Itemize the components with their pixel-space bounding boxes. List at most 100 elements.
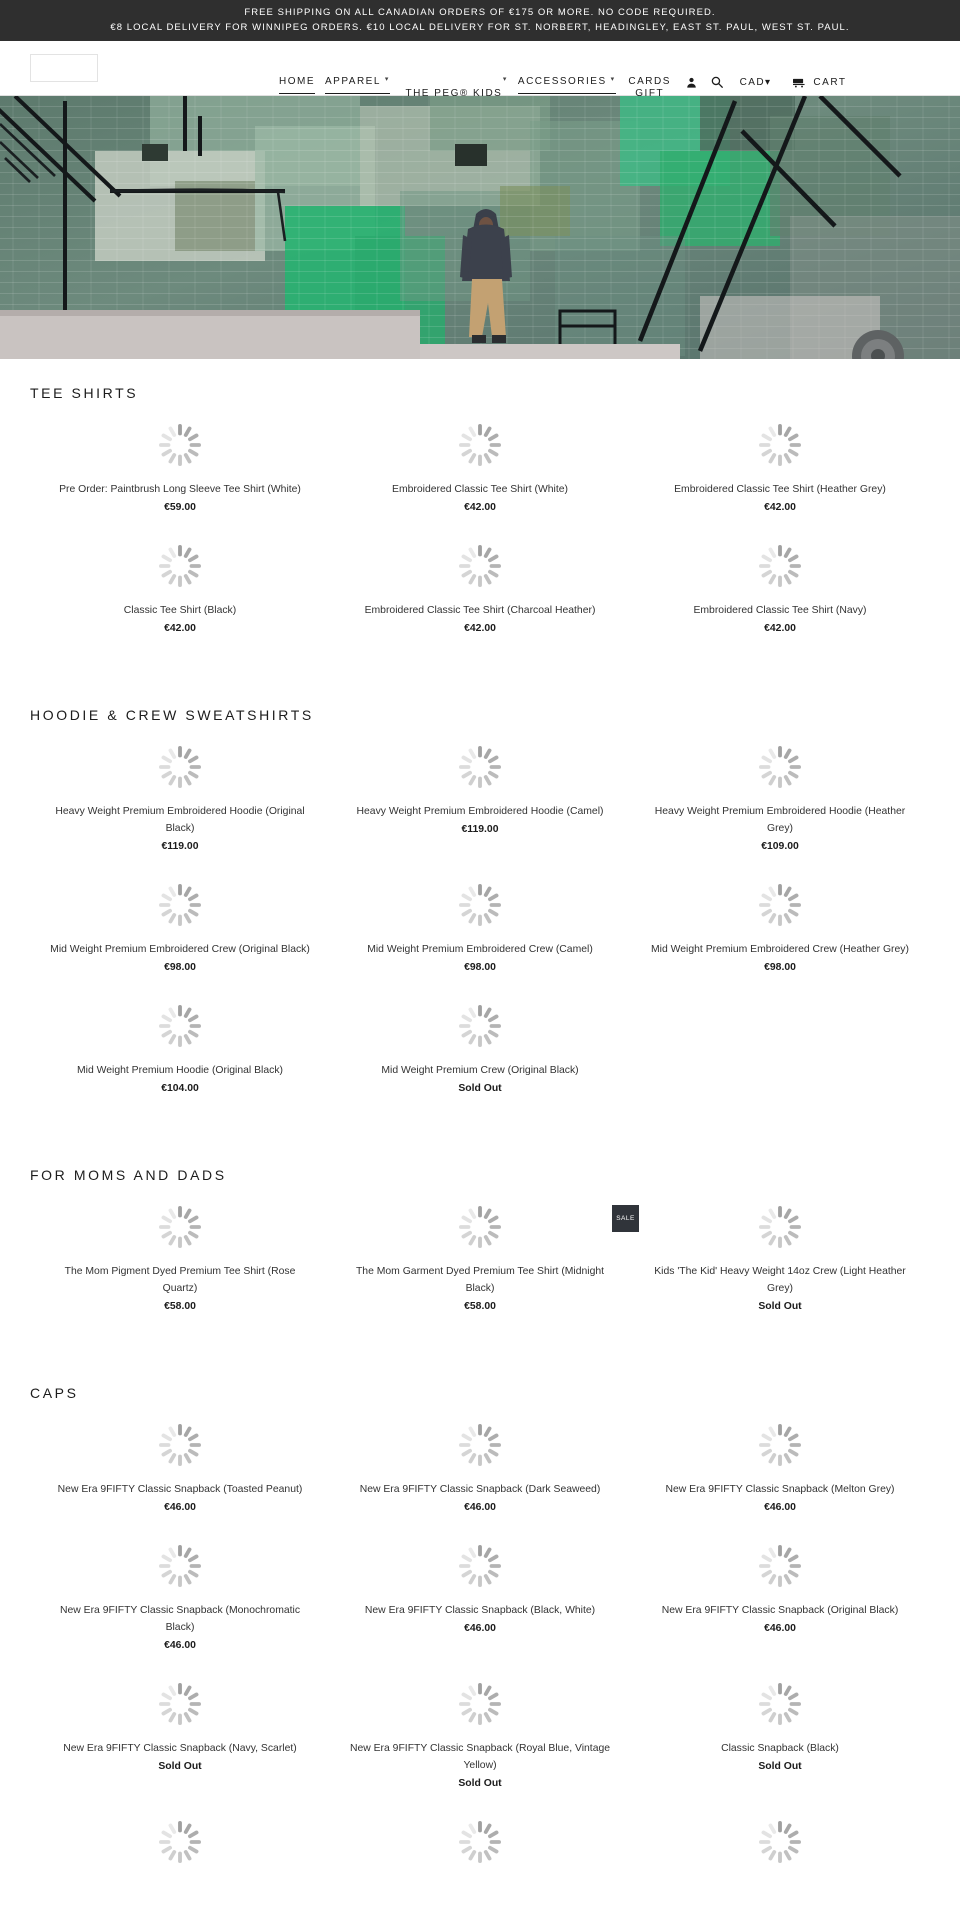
nav-item-apparel-label: APPAREL [325,76,381,87]
product-grid: New Era 9FIFTY Classic Snapback (Toasted… [30,1405,930,1878]
currency-selector[interactable]: CAD ▾ [730,77,776,88]
header-icon-group: CAD ▾ CART [679,76,853,96]
product-price: €42.00 [464,502,496,513]
site-logo[interactable] [30,54,98,82]
loading-spinner-icon [459,424,501,466]
product-thumbnail [48,1201,312,1253]
product-thumbnail: SALE [612,1201,912,1253]
product-thumbnail [48,1816,312,1868]
nav-item-home[interactable]: HOME [274,76,320,96]
loading-spinner-icon [159,1424,201,1466]
product-price: €42.00 [764,502,796,513]
product-card[interactable]: Mid Weight Premium Embroidered Crew (Ori… [30,865,330,986]
product-thumbnail [348,1540,612,1592]
loading-spinner-icon [159,746,201,788]
loading-spinner-icon [459,1206,501,1248]
product-title: Embroidered Classic Tee Shirt (Charcoal … [364,605,596,616]
loading-spinner-icon [159,424,201,466]
product-price: €42.00 [764,623,796,634]
product-card[interactable]: Classic Tee Shirt (Black) €42.00 [30,526,330,647]
loading-spinner-icon [459,1005,501,1047]
product-card[interactable]: New Era 9FIFTY Classic Snapback (Monochr… [30,1526,330,1664]
loading-spinner-icon [759,545,801,587]
product-grid: Heavy Weight Premium Embroidered Hoodie … [30,727,930,1107]
product-title: Kids 'The Kid' Heavy Weight 14oz Crew (L… [654,1266,906,1294]
product-thumbnail [348,1000,612,1052]
product-card[interactable]: New Era 9FIFTY Classic Snapback (Navy, S… [30,1664,330,1802]
product-card[interactable]: Heavy Weight Premium Embroidered Hoodie … [30,727,330,865]
collection-section-3: CAPS New Era 9FIFTY Classic Snapback (To… [30,1385,930,1912]
currency-selector-value: CAD [739,77,765,88]
product-grid: Pre Order: Paintbrush Long Sleeve Tee Sh… [30,405,930,647]
product-card[interactable]: The Mom Pigment Dyed Premium Tee Shirt (… [30,1187,330,1325]
product-card[interactable]: Embroidered Classic Tee Shirt (Charcoal … [330,526,630,647]
announcement-line-1: FREE SHIPPING ON ALL CANADIAN ORDERS OF … [244,7,716,18]
loading-spinner-icon [459,884,501,926]
product-price: Sold Out [458,1778,502,1789]
loading-spinner-icon [459,1424,501,1466]
product-card[interactable]: Classic Snapback (Black) Sold Out [630,1664,930,1802]
product-thumbnail [48,1000,312,1052]
account-icon[interactable] [679,77,704,88]
loading-spinner-icon [459,1545,501,1587]
product-title: Heavy Weight Premium Embroidered Hoodie … [356,806,604,817]
product-card[interactable]: New Era 9FIFTY Classic Snapback (Origina… [630,1526,930,1664]
product-title: Heavy Weight Premium Embroidered Hoodie … [654,806,906,834]
product-card[interactable]: SALE Kids 'The Kid' Heavy Weight 14oz Cr… [612,1187,930,1325]
product-card[interactable]: Pre Order: Paintbrush Long Sleeve Tee Sh… [30,405,330,526]
product-title: Mid Weight Premium Embroidered Crew (Ori… [50,944,310,955]
product-card[interactable]: Embroidered Classic Tee Shirt (White) €4… [330,405,630,526]
product-title: Mid Weight Premium Embroidered Crew (Cam… [367,944,593,955]
product-card[interactable]: Mid Weight Premium Hoodie (Original Blac… [30,986,330,1107]
loading-spinner-icon [159,1683,201,1725]
collection-section-2: FOR MOMS AND DADS The Mom Pigment Dyed P… [30,1167,930,1359]
product-price: €119.00 [161,841,199,852]
nav-item-apparel[interactable]: APPAREL ▾ [320,76,395,96]
site-header: HOME APPAREL ▾ THE PEG® KIDS ▾ ACCESSORI… [0,41,960,99]
product-card[interactable]: Embroidered Classic Tee Shirt (Navy) €42… [630,526,930,647]
product-price: €58.00 [464,1301,496,1312]
product-card[interactable]: New Era 9FIFTY Classic Snapback (Royal B… [330,1664,630,1802]
product-card[interactable]: The Mom Garment Dyed Premium Tee Shirt (… [330,1187,630,1325]
loading-spinner-icon [159,545,201,587]
nav-item-the-peg-kids[interactable]: THE PEG® KIDS ▾ [395,76,513,99]
loading-spinner-icon [159,1545,201,1587]
product-thumbnail [48,741,312,793]
product-card[interactable]: Embroidered Classic Tee Shirt (Heather G… [630,405,930,526]
loading-spinner-icon [759,1545,801,1587]
cart-button[interactable]: CART [775,77,852,88]
collections-sections: TEE SHIRTS Pre Order: Paintbrush Long Sl… [0,385,960,1912]
product-card[interactable]: New Era 9FIFTY Classic Snapback (Toasted… [30,1405,330,1526]
product-thumbnail [48,1419,312,1471]
nav-item-gift-cards[interactable]: GIFT CARDS [621,76,679,99]
product-card[interactable]: New Era 9FIFTY Classic Snapback (Dark Se… [330,1405,630,1526]
product-card[interactable]: New Era 9FIFTY Classic Snapback (Melton … [630,1405,930,1526]
product-title: The Mom Garment Dyed Premium Tee Shirt (… [355,1266,605,1294]
product-price: €98.00 [464,962,496,973]
product-card[interactable]: Mid Weight Premium Embroidered Crew (Cam… [330,865,630,986]
product-grid: The Mom Pigment Dyed Premium Tee Shirt (… [30,1187,930,1325]
loading-spinner-icon [459,746,501,788]
product-title: Embroidered Classic Tee Shirt (Navy) [693,605,867,616]
product-price: €98.00 [164,962,196,973]
product-price: €59.00 [164,502,196,513]
product-card[interactable]: Heavy Weight Premium Embroidered Hoodie … [330,727,630,865]
cart-icon [793,78,805,88]
loading-spinner-icon [759,1206,801,1248]
product-thumbnail [648,1816,912,1868]
product-thumbnail [648,879,912,931]
product-card[interactable]: Heavy Weight Premium Embroidered Hoodie … [630,727,930,865]
search-icon[interactable] [704,76,730,88]
loading-spinner-icon [459,545,501,587]
product-price: €46.00 [464,1502,496,1513]
nav-item-accessories[interactable]: ACCESSORIES ▾ [513,76,621,96]
product-title: Classic Tee Shirt (Black) [123,605,237,616]
product-card[interactable]: New Era 9FIFTY Classic Snapback (Black, … [330,1526,630,1664]
hero-banner[interactable] [0,96,960,359]
product-card[interactable]: Mid Weight Premium Crew (Original Black)… [330,986,630,1107]
product-price: €42.00 [464,623,496,634]
product-thumbnail [348,419,612,471]
product-card[interactable]: Mid Weight Premium Embroidered Crew (Hea… [630,865,930,986]
sale-badge: SALE [612,1205,639,1232]
loading-spinner-icon [759,884,801,926]
